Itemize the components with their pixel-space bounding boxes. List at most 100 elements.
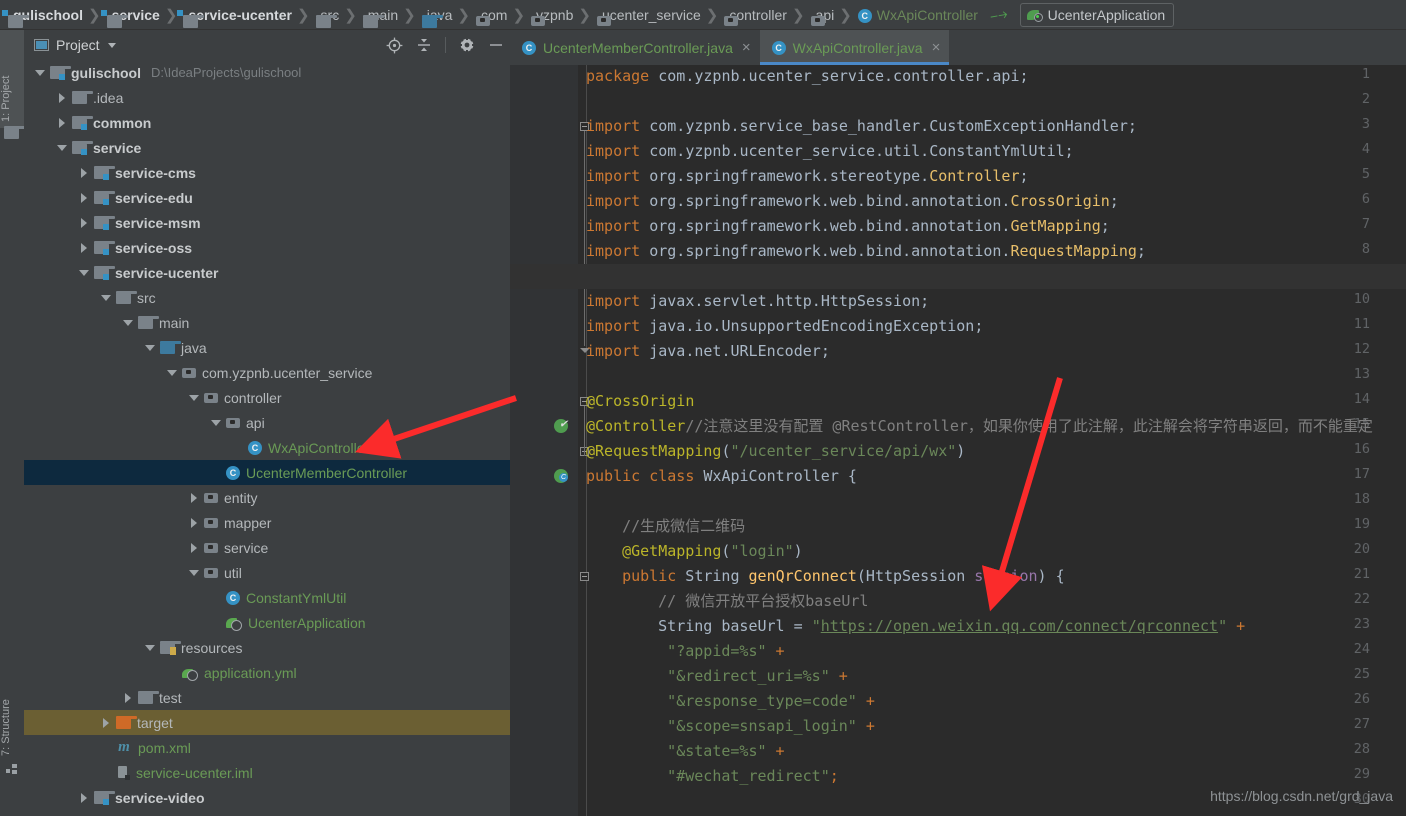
tree-node-controller[interactable]: controller <box>24 385 510 410</box>
expand-arrow-icon[interactable] <box>56 91 69 104</box>
tree-node-src[interactable]: src <box>24 285 510 310</box>
tree-node-service-edu[interactable]: service-edu <box>24 185 510 210</box>
close-icon[interactable]: × <box>932 40 941 55</box>
editor-area: C UcenterMemberController.java × C WxApiCont… <box>510 30 1406 816</box>
tree-node-com-yzpnb-ucenter-service[interactable]: com.yzpnb.ucenter_service <box>24 360 510 385</box>
tree-node-entity[interactable]: entity <box>24 485 510 510</box>
editor-tab-ucentermembercontroller-java[interactable]: C UcenterMemberController.java × <box>510 30 760 65</box>
expand-arrow-icon[interactable] <box>56 116 69 129</box>
code-editor[interactable]: 1234567891011121314151617181920212223242… <box>510 65 1406 816</box>
build-hammer-icon[interactable]: ⤍ <box>988 3 1009 26</box>
collapse-arrow-icon[interactable] <box>144 641 157 654</box>
tree-node-test[interactable]: test <box>24 685 510 710</box>
expand-arrow-icon[interactable] <box>100 716 113 729</box>
editor-tab-label: WxApiController.java <box>792 39 923 56</box>
close-icon[interactable]: × <box>742 40 751 55</box>
collapse-arrow-icon[interactable] <box>210 416 223 429</box>
run-configuration-selector[interactable]: UcenterApplication <box>1019 2 1175 27</box>
breadcrumb-item-wxapicontroller[interactable]: C WxApiController <box>856 0 980 29</box>
tree-node-main[interactable]: main <box>24 310 510 335</box>
expand-arrow-icon[interactable] <box>78 191 91 204</box>
tool-window-button-favorites[interactable]: s <box>0 810 24 816</box>
tree-node-gulischool[interactable]: gulischool D:\IdeaProjects\gulischool <box>24 60 510 85</box>
code-line-12: import java.net.URLEncoder; <box>586 342 830 360</box>
tree-node--idea[interactable]: .idea <box>24 85 510 110</box>
collapse-arrow-icon[interactable] <box>78 266 91 279</box>
expand-arrow-icon[interactable] <box>188 541 201 554</box>
code-text[interactable]: package com.yzpnb.ucenter_service.contro… <box>578 65 1406 816</box>
tree-node-service[interactable]: service <box>24 135 510 160</box>
tree-node-ucentermembercontroller[interactable]: C UcenterMemberController <box>24 460 510 485</box>
breadcrumb-separator: ❯ <box>344 6 357 24</box>
tree-node-target[interactable]: target <box>24 710 510 735</box>
tree-node-service-cms[interactable]: service-cms <box>24 160 510 185</box>
collapse-arrow-icon[interactable] <box>122 316 135 329</box>
collapse-arrow-icon[interactable] <box>56 141 69 154</box>
expand-arrow-icon[interactable] <box>78 241 91 254</box>
breadcrumb-item-java[interactable]: java <box>420 0 455 29</box>
tree-node-pom-xml[interactable]: m pom.xml <box>24 735 510 760</box>
spring-bean-icon[interactable]: C <box>554 469 569 484</box>
tree-node-application-yml[interactable]: application.yml <box>24 660 510 685</box>
breadcrumb-label: ucenter_service <box>601 6 701 23</box>
breadcrumb-item-com[interactable]: com <box>474 0 509 29</box>
tree-node-service-oss[interactable]: service-oss <box>24 235 510 260</box>
tree-node-resources[interactable]: resources <box>24 635 510 660</box>
tree-node-ucenterapplication[interactable]: UcenterApplication <box>24 610 510 635</box>
breadcrumb-item-gulischool[interactable]: gulischool <box>2 0 85 29</box>
breadcrumb-item-controller[interactable]: controller <box>722 0 789 29</box>
tree-node-common[interactable]: common <box>24 110 510 135</box>
project-panel-header: Project <box>24 30 510 60</box>
tree-node-service-ucenter[interactable]: service-ucenter <box>24 260 510 285</box>
breadcrumb-separator: ❯ <box>578 6 591 24</box>
tree-node-api[interactable]: api <box>24 410 510 435</box>
project-file-tree[interactable]: gulischool D:\IdeaProjects\gulischool .ide… <box>24 60 510 816</box>
settings-gear-icon[interactable] <box>459 37 475 53</box>
tree-node-wxapicontroller[interactable]: C WxApiController <box>24 435 510 460</box>
tree-node-constantymlutil[interactable]: C ConstantYmlUtil <box>24 585 510 610</box>
breadcrumb-item-yzpnb[interactable]: yzpnb <box>529 0 575 29</box>
editor-gutter[interactable] <box>510 65 578 816</box>
collapse-arrow-icon[interactable] <box>188 391 201 404</box>
tree-node-label: main <box>159 314 190 331</box>
breadcrumb-item-ucenter-service[interactable]: ucenter_service <box>595 0 703 29</box>
chevron-down-icon[interactable] <box>107 42 116 48</box>
locate-target-icon[interactable] <box>386 37 403 54</box>
tool-window-button-structure[interactable]: 7: Structure <box>0 650 24 762</box>
spring-bean-checked-icon[interactable]: ✔ <box>554 416 569 434</box>
breadcrumb-item-main[interactable]: main <box>361 0 400 29</box>
editor-tab-wxapicontroller-java[interactable]: C WxApiController.java × <box>759 30 950 65</box>
breadcrumb-item-src[interactable]: src <box>314 0 342 29</box>
tree-node-service-msm[interactable]: service-msm <box>24 210 510 235</box>
class-icon: C <box>771 40 786 55</box>
tree-node-util[interactable]: util <box>24 560 510 585</box>
expand-arrow-icon[interactable] <box>188 516 201 529</box>
tree-node-mapper[interactable]: mapper <box>24 510 510 535</box>
package-icon <box>182 367 196 379</box>
tree-node-service-video[interactable]: service-video <box>24 785 510 810</box>
breadcrumb-item-service[interactable]: service <box>100 0 162 29</box>
collapse-arrow-icon[interactable] <box>166 366 179 379</box>
collapse-arrow-icon[interactable] <box>34 66 47 79</box>
collapse-all-icon[interactable] <box>416 37 432 53</box>
hide-minus-icon[interactable] <box>488 37 504 53</box>
tool-window-button-project[interactable]: 1: Project <box>0 30 24 128</box>
expand-arrow-icon[interactable] <box>122 691 135 704</box>
expand-arrow-icon[interactable] <box>188 491 201 504</box>
collapse-arrow-icon[interactable] <box>144 341 157 354</box>
tree-node-label: service-edu <box>115 189 193 206</box>
module-folder-icon <box>94 241 115 255</box>
folder-icon <box>138 316 159 329</box>
tree-node-java[interactable]: java <box>24 335 510 360</box>
tree-node-service[interactable]: service <box>24 535 510 560</box>
tree-node-label: java <box>181 339 207 356</box>
resource-folder-icon <box>160 641 181 655</box>
breadcrumb-item-service-ucenter[interactable]: service-ucenter <box>177 0 294 29</box>
collapse-arrow-icon[interactable] <box>188 566 201 579</box>
breadcrumb-item-api[interactable]: api <box>809 0 837 29</box>
tree-node-service-ucenter-iml[interactable]: service-ucenter.iml <box>24 760 510 785</box>
expand-arrow-icon[interactable] <box>78 216 91 229</box>
expand-arrow-icon[interactable] <box>78 791 91 804</box>
collapse-arrow-icon[interactable] <box>100 291 113 304</box>
expand-arrow-icon[interactable] <box>78 166 91 179</box>
